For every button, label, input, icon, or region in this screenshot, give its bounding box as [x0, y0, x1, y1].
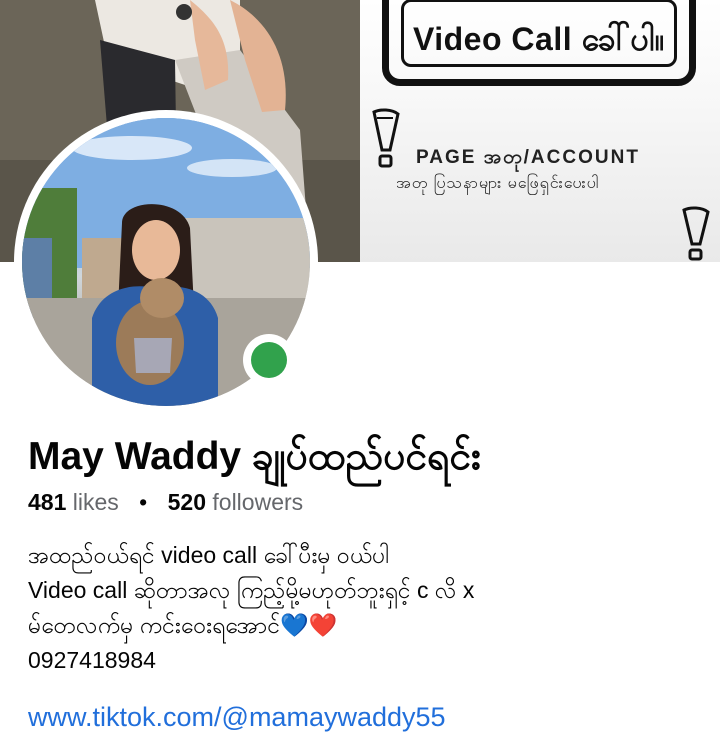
bio-line: အထည်ဝယ်ရင် video call ခေါ်ပီးမှ ဝယ်ပါ [28, 542, 390, 568]
banner-box: Video Call ခေါ်ပါ။ [382, 0, 696, 86]
likes-label[interactable]: likes [73, 489, 119, 515]
followers-label[interactable]: followers [212, 489, 303, 515]
bio-line: Video call ဆိုတာအလု ကြည့်မို့မဟုတ်ဘူးရှင… [28, 577, 475, 603]
notice-line-1: PAGE အတု/ACCOUNT [416, 147, 640, 168]
banner-box-inner: Video Call ခေါ်ပါ။ [401, 0, 677, 67]
banner-text: Video Call ခေါ်ပါ။ [412, 21, 666, 57]
profile-website-link[interactable]: www.tiktok.com/@mamaywaddy55 [28, 702, 446, 733]
exclamation-icon [682, 206, 710, 261]
profile-stats: 481 likes • 520 followers [28, 489, 303, 516]
stats-separator: • [139, 489, 148, 515]
bio-phone[interactable]: 0927418984 [28, 643, 708, 678]
online-status-indicator [251, 342, 287, 378]
profile-bio: အထည်ဝယ်ရင် video call ခေါ်ပီးမှ ဝယ်ပါ Vi… [28, 538, 708, 678]
profile-name: May Waddy ချုပ်ထည်ပင်ရင်း [28, 435, 482, 478]
cover-graphic-right: Video Call ခေါ်ပါ။ PAGE အတု/ACCOUNT အတု … [360, 0, 720, 262]
followers-count: 520 [167, 489, 206, 515]
exclamation-icon [372, 108, 400, 168]
notice-line-2: အတု ပြသနာများ မဖြေရှင်းပေးပါ [396, 175, 600, 192]
likes-count: 481 [28, 489, 67, 515]
bio-line: မ်တေလက်မှ ကင်းဝေးရအောင်💙❤️ [28, 612, 338, 638]
